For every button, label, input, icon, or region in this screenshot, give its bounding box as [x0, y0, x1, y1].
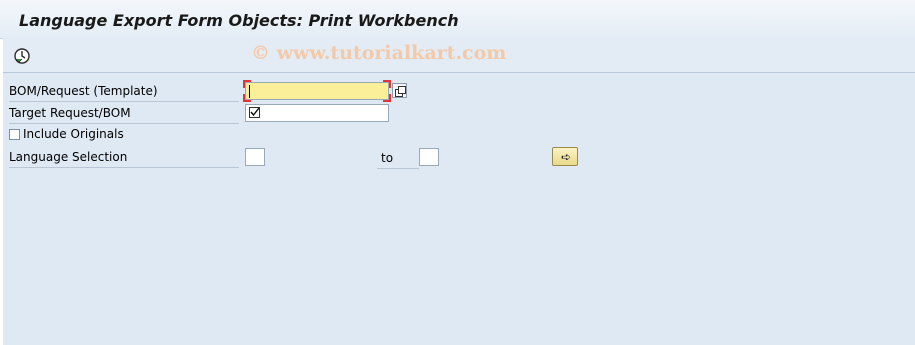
copy-icon-front — [398, 86, 406, 94]
to-label: to — [377, 148, 419, 169]
selection-screen: BOM/Request (Template) Target Request/BO… — [3, 73, 915, 345]
include-originals-checkbox[interactable] — [9, 129, 20, 140]
page-title: Language Export Form Objects: Print Work… — [19, 11, 459, 30]
required-marker — [383, 94, 391, 102]
required-checkmark-icon — [249, 107, 260, 118]
multiple-selection-arrow-button[interactable]: ➪ — [552, 147, 578, 166]
title-bar: Language Export Form Objects: Print Work… — [0, 0, 915, 39]
bom-request-input[interactable] — [243, 80, 391, 102]
required-marker — [383, 80, 391, 88]
to-label-text: to — [381, 151, 394, 165]
bom-request-label: BOM/Request (Template) — [9, 81, 239, 102]
multiple-selection-button[interactable] — [392, 83, 407, 98]
language-to-input[interactable] — [419, 148, 439, 166]
target-request-input[interactable] — [245, 104, 389, 122]
target-request-label: Target Request/BOM — [9, 103, 239, 124]
execute-button[interactable] — [13, 47, 31, 65]
language-selection-label: Language Selection — [9, 147, 239, 168]
execute-clock-icon — [14, 48, 30, 64]
watermark-text: © www.tutorialkart.com — [251, 42, 507, 64]
text-cursor — [249, 85, 250, 98]
arrow-right-icon: ➪ — [561, 150, 572, 164]
include-originals-label: Include Originals — [23, 127, 124, 141]
language-from-input[interactable] — [245, 148, 265, 166]
application-toolbar: © www.tutorialkart.com — [3, 38, 915, 73]
